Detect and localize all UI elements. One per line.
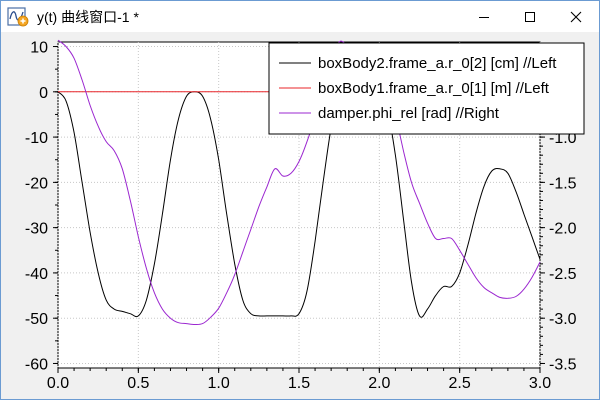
- y-right-tick-label: -1.5: [549, 175, 577, 192]
- y-right-tick-label: -2.5: [549, 266, 577, 283]
- y-left-tick-label: -60: [25, 356, 48, 373]
- line-chart[interactable]: 0.0 0.5 1.0 1.5 2.0 2.5 3.0 10 0 -10 -20 -30 -40 -50 -…: [1, 32, 599, 399]
- maximize-button[interactable]: [507, 1, 553, 32]
- x-tick-label: 0.5: [127, 375, 149, 392]
- legend-entry-label: boxBody2.frame_a.r_0[2] [cm] //Left: [318, 55, 557, 72]
- x-tick-label: 0.0: [47, 375, 69, 392]
- x-tick-label: 3.0: [529, 375, 551, 392]
- y-right-tick-label: -3.0: [549, 311, 577, 328]
- legend-entry-label: damper.phi_rel [rad] //Right: [318, 105, 500, 122]
- y-right-tick-label: -3.5: [549, 356, 577, 373]
- minimize-button[interactable]: [461, 1, 507, 32]
- plot-window-icon: [7, 7, 29, 27]
- close-button[interactable]: [553, 1, 599, 32]
- legend[interactable]: boxBody2.frame_a.r_0[2] [cm] //Left boxBo…: [268, 42, 585, 135]
- maximize-icon: [525, 11, 535, 22]
- y-left-tick-label: -50: [25, 311, 48, 328]
- y-left-tick-label: -20: [25, 175, 48, 192]
- y-left-tick-label: -10: [25, 130, 48, 147]
- plot-window: y(t) 曲线窗口-1 * 0.0 0.5 1.0 1.5 2.0 2.5 3.0 10 0 -1…: [0, 0, 600, 400]
- close-icon: [570, 11, 582, 22]
- title-bar[interactable]: y(t) 曲线窗口-1 *: [1, 1, 599, 33]
- x-tick-label: 1.0: [208, 375, 230, 392]
- x-tick-label: 1.5: [288, 375, 310, 392]
- y-left-tick-label: -30: [25, 221, 48, 238]
- plot-area[interactable]: 0.0 0.5 1.0 1.5 2.0 2.5 3.0 10 0 -10 -20 -30 -40 -50 -…: [1, 32, 599, 399]
- minimize-icon: [479, 16, 489, 18]
- y-left-tick-label: 10: [30, 40, 48, 57]
- y-left-tick-label: 0: [39, 85, 48, 102]
- y-right-tick-label: -2.0: [549, 221, 577, 238]
- x-tick-label: 2.0: [368, 375, 390, 392]
- legend-entry-label: boxBody1.frame_a.r_0[1] [m] //Left: [318, 80, 550, 97]
- y-left-tick-label: -40: [25, 266, 48, 283]
- window-title: y(t) 曲线窗口-1 *: [37, 9, 139, 25]
- x-tick-label: 2.5: [449, 375, 471, 392]
